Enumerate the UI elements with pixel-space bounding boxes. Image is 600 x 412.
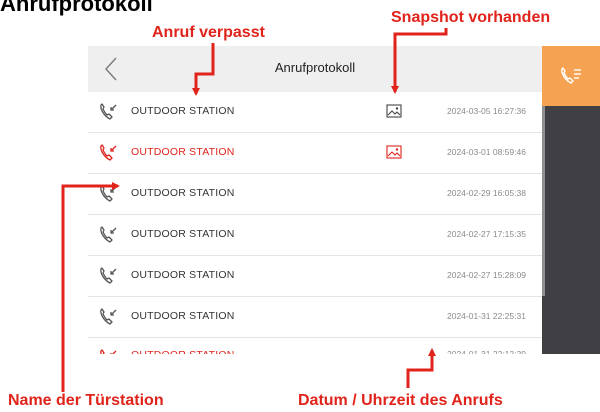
call-timestamp: 2024-02-27 17:15:35: [447, 229, 526, 239]
phone-incoming-icon: [100, 185, 117, 202]
phone-incoming-icon: [100, 267, 117, 284]
call-log-row[interactable]: OUTDOOR STATION 2024-02-27 15:28:09: [88, 256, 542, 297]
annotation-datetime: Datum / Uhrzeit des Anrufs: [298, 392, 503, 409]
call-log-icon: [561, 67, 581, 84]
annotation-station-name: Name der Türstation: [8, 392, 164, 409]
image-icon[interactable]: [386, 145, 402, 159]
call-log-row[interactable]: OUTDOOR STATION 2024-01-31 22:12:29: [88, 338, 542, 354]
station-name: OUTDOOR STATION: [131, 187, 235, 199]
call-log-row[interactable]: OUTDOOR STATION 2024-02-27 17:15:35: [88, 215, 542, 256]
station-name: OUTDOOR STATION: [131, 228, 235, 240]
station-name: OUTDOOR STATION: [131, 269, 235, 281]
title-bar: Anrufprotokoll: [88, 46, 542, 92]
screen-title: Anrufprotokoll: [274, 60, 356, 75]
page-heading: Anrufprotokoll: [0, 0, 153, 16]
phone-incoming-icon: [100, 349, 117, 354]
station-name: OUTDOOR STATION: [131, 146, 235, 158]
station-name: OUTDOOR STATION: [131, 310, 235, 322]
call-log-row[interactable]: OUTDOOR STATION 2024-03-01 08:59:46: [88, 133, 542, 174]
call-log-tab[interactable]: [542, 46, 600, 106]
call-log-row[interactable]: OUTDOOR STATION 2024-02-29 16:05:38: [88, 174, 542, 215]
call-log-list: OUTDOOR STATION 2024-03-05 16:27:36 OUTDOO…: [88, 92, 542, 354]
call-timestamp: 2024-01-31 22:12:29: [447, 349, 526, 354]
annotation-missed-call: Anruf verpasst: [152, 24, 265, 41]
call-timestamp: 2024-02-27 15:28:09: [447, 270, 526, 280]
station-name: OUTDOOR STATION: [131, 105, 235, 117]
call-timestamp: 2024-02-29 16:05:38: [447, 188, 526, 198]
image-icon[interactable]: [386, 104, 402, 118]
annotation-snapshot: Snapshot vorhanden: [391, 9, 551, 26]
call-timestamp: 2024-03-01 08:59:46: [447, 147, 526, 157]
phone-incoming-icon: [100, 103, 117, 120]
arrow-datetime: [406, 348, 436, 388]
phone-incoming-icon: [100, 144, 117, 161]
call-timestamp: 2024-03-05 16:27:36: [447, 106, 526, 116]
scrollbar[interactable]: [542, 106, 545, 296]
phone-incoming-icon: [100, 226, 117, 243]
call-log-row[interactable]: OUTDOOR STATION 2024-01-31 22:25:31: [88, 297, 542, 338]
station-name: OUTDOOR STATION: [131, 349, 235, 354]
call-timestamp: 2024-01-31 22:25:31: [447, 311, 526, 321]
call-log-row[interactable]: OUTDOOR STATION 2024-03-05 16:27:36: [88, 92, 542, 133]
phone-incoming-icon: [100, 308, 117, 325]
sidebar: [542, 46, 600, 354]
intercom-screen: Anrufprotokoll OUTDOOR STATION 2024-03-05…: [88, 46, 600, 354]
